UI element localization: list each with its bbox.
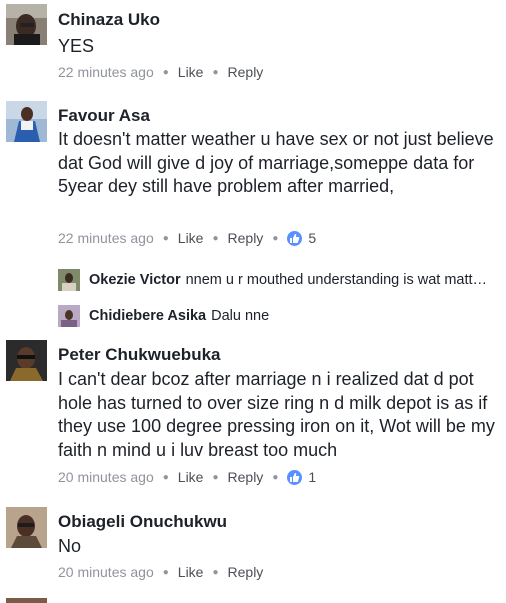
reply-link[interactable]: Reply: [228, 564, 264, 580]
separator-dot: ●: [212, 66, 219, 78]
thumbs-up-icon[interactable]: [287, 230, 303, 246]
avatar[interactable]: [6, 507, 47, 548]
separator-dot: ●: [162, 232, 169, 244]
avatar[interactable]: [58, 269, 80, 291]
reply-author[interactable]: Chidiebere Asika: [89, 308, 206, 324]
avatar[interactable]: [58, 305, 80, 327]
comment-text: It doesn't matter weather u have sex or …: [58, 129, 494, 196]
timestamp[interactable]: 22 minutes ago: [58, 64, 154, 80]
commenter-name[interactable]: Chinaza Uko: [58, 10, 160, 30]
reply-text: nnem u r mouthed understanding is wat ma…: [185, 272, 488, 288]
timestamp[interactable]: 20 minutes ago: [58, 469, 154, 485]
avatar[interactable]: [6, 101, 47, 142]
like-link[interactable]: Like: [178, 564, 204, 580]
comment-meta: 22 minutes ago ● Like ● Reply: [58, 64, 263, 80]
avatar[interactable]: [6, 4, 47, 45]
separator-dot: ●: [162, 66, 169, 78]
comment-meta: 22 minutes ago ● Like ● Reply ● 5: [58, 230, 316, 246]
separator-dot: ●: [162, 471, 169, 483]
comment-meta: 20 minutes ago ● Like ● Reply ● 1: [58, 469, 316, 485]
separator-dot: ●: [212, 566, 219, 578]
reply-author[interactable]: Okezie Victor: [89, 272, 181, 288]
like-link[interactable]: Like: [178, 230, 204, 246]
comment-text: I can't dear bcoz after marriage n i rea…: [58, 369, 495, 460]
like-link[interactable]: Like: [178, 64, 204, 80]
reaction-count[interactable]: 5: [308, 230, 316, 246]
commenter-name[interactable]: Peter Chukwuebuka: [58, 345, 221, 365]
comment-text: No: [58, 536, 82, 556]
reply-link[interactable]: Reply: [228, 230, 264, 246]
separator-dot: ●: [162, 566, 169, 578]
reply-item[interactable]: Chidiebere Asika Dalu nne: [58, 305, 498, 327]
reply-text: Dalu nne: [211, 308, 270, 324]
next-avatar-partial: [6, 598, 47, 603]
separator-dot: ●: [272, 471, 279, 483]
like-link[interactable]: Like: [178, 469, 204, 485]
avatar[interactable]: [6, 340, 47, 381]
reply-link[interactable]: Reply: [228, 469, 264, 485]
separator-dot: ●: [212, 232, 219, 244]
separator-dot: ●: [212, 471, 219, 483]
commenter-name[interactable]: Favour Asa: [58, 106, 150, 126]
comment-meta: 20 minutes ago ● Like ● Reply: [58, 564, 263, 580]
comment-text: YES: [58, 36, 95, 56]
reply-link[interactable]: Reply: [228, 64, 264, 80]
timestamp[interactable]: 20 minutes ago: [58, 564, 154, 580]
thumbs-up-icon[interactable]: [287, 469, 303, 485]
reply-item[interactable]: Okezie Victor nnem u r mouthed understan…: [58, 269, 498, 291]
commenter-name[interactable]: Obiageli Onuchukwu: [58, 512, 227, 532]
separator-dot: ●: [272, 232, 279, 244]
timestamp[interactable]: 22 minutes ago: [58, 230, 154, 246]
reaction-count[interactable]: 1: [308, 469, 316, 485]
